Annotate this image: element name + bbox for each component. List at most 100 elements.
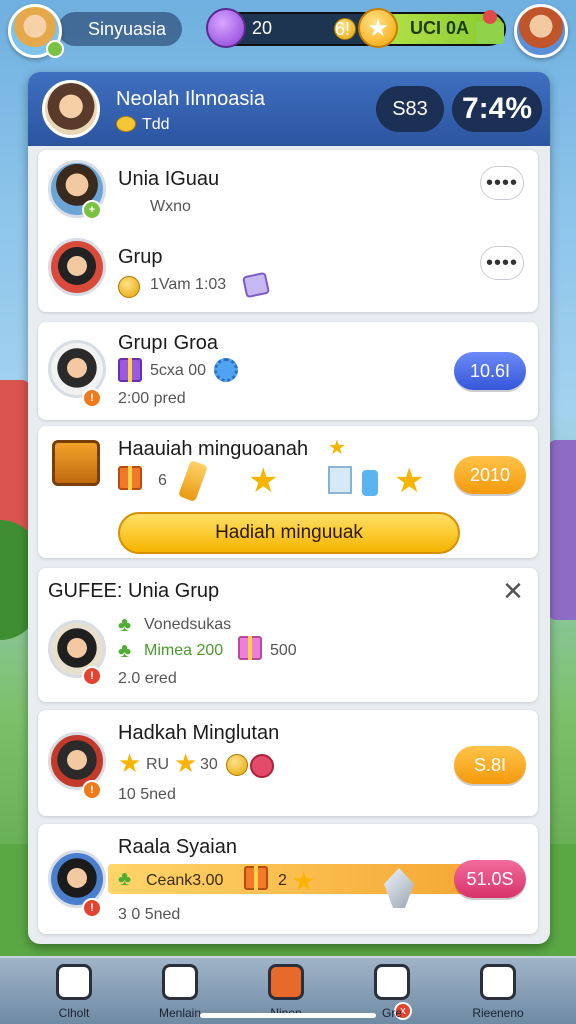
claim-button[interactable]: 10.6I xyxy=(454,352,526,390)
claim-label: 51.0S xyxy=(466,868,514,889)
star-coin-icon[interactable]: ★ xyxy=(358,8,398,48)
gift-icon xyxy=(238,636,262,660)
plus-badge-icon: + xyxy=(82,200,102,220)
claim-button[interactable]: S.8I xyxy=(454,746,526,784)
profile-icon xyxy=(480,964,516,1000)
card-title: GUFEE: Unia Grup xyxy=(48,580,220,602)
header-score-pill[interactable]: 7:4% xyxy=(452,86,542,132)
invite-reward-value: 500 xyxy=(270,642,297,659)
crystal-icon xyxy=(384,868,414,908)
nav-item-home[interactable]: Clholt xyxy=(24,962,124,1024)
treasure-chest-icon xyxy=(52,440,100,486)
alert-badge-icon: ! xyxy=(82,666,102,686)
cash-icon: ♣ xyxy=(118,640,132,662)
gift-icon xyxy=(244,866,268,890)
coin-icon xyxy=(226,754,248,776)
nav-item-more[interactable]: Rieeneno xyxy=(448,962,548,1024)
reward-badge: 2 xyxy=(278,872,287,889)
reward-value-button[interactable]: 2010 xyxy=(454,456,526,494)
player-name: Sinyuasia xyxy=(88,18,167,39)
card-reward: 5cxa 00 xyxy=(150,362,207,379)
leaf-icon: ♣ xyxy=(118,868,132,890)
reward-text: Ceank3.00 xyxy=(146,872,224,889)
avatar[interactable] xyxy=(48,238,106,296)
group-avatar[interactable] xyxy=(42,80,100,138)
close-icon[interactable]: ✕ xyxy=(500,578,526,604)
coin-icon xyxy=(118,276,140,298)
claim-label: S.8I xyxy=(473,754,507,775)
flower-icon xyxy=(214,358,238,382)
invite-line: Vonedsukas xyxy=(144,616,232,633)
row-subtitle: 1Vam 1:03 xyxy=(150,276,227,293)
ticket-icon xyxy=(241,271,271,299)
gift-icon xyxy=(118,466,142,490)
card-title: Raala Syaian xyxy=(118,836,237,858)
panel-title: Neolah Ilnnoasia xyxy=(116,88,265,110)
candy-icon xyxy=(250,754,274,778)
row-subtitle: Wxno xyxy=(150,198,191,215)
more-options-label: •••• xyxy=(485,171,518,194)
more-options-button[interactable]: •••• xyxy=(480,246,524,280)
more-options-button[interactable]: •••• xyxy=(480,166,524,200)
home-indicator[interactable] xyxy=(200,1013,376,1018)
gem-count: 20 xyxy=(252,18,273,38)
online-badge-icon xyxy=(46,40,64,58)
header-stat-text: S83 xyxy=(392,97,428,120)
card-time: 3 0 5ned xyxy=(118,906,181,923)
star-icon: ★ xyxy=(118,748,142,778)
weekly-reward-card: Haauiah minguoanah ★ 6 ★ ★ 2010 Hadiah m… xyxy=(38,426,538,558)
card-title: Grupı Groa xyxy=(118,332,219,354)
alert-badge-icon: ! xyxy=(82,388,102,408)
player-name-pill[interactable]: Sinyuasia xyxy=(58,12,182,46)
nav-label: Clholt xyxy=(58,1006,90,1020)
star-icon: ★ xyxy=(248,462,279,500)
panel-header: Neolah Ilnnoasia Tdd S83 7:4% xyxy=(28,72,550,146)
claim-weekly-label: Hadiah minguuak xyxy=(215,522,363,543)
reward-text: RU xyxy=(146,756,170,773)
hadkah-card: ! Hadkah Minglutan ★ RU ★ 30 10 5ned S.8… xyxy=(38,710,538,816)
gift-icon[interactable] xyxy=(474,10,506,44)
members-card: + Unia IGuau Wxno •••• Grup 1Vam 1:03 ••… xyxy=(38,150,538,312)
top-hud: Sinyuasia 20 6! ★ UCI 0A xyxy=(0,0,576,64)
star-icon: ★ xyxy=(328,437,346,459)
level-text: UCI 0A xyxy=(410,18,470,38)
row-title: Unia IGuau xyxy=(118,168,220,190)
alert-badge-icon: ! xyxy=(82,898,102,918)
group-panel: Neolah Ilnnoasia Tdd S83 7:4% + Unia IGu… xyxy=(28,72,550,944)
card-time: 2.0 ered xyxy=(118,670,177,687)
gift-icon xyxy=(118,358,142,382)
coin-icon xyxy=(116,116,136,132)
reward-count: 6 xyxy=(158,472,167,489)
reward-value-label: 2010 xyxy=(469,464,511,485)
gold-bar-icon xyxy=(178,460,208,502)
leaf-icon: ♣ xyxy=(118,614,132,636)
panel-coin-text: Tdd xyxy=(142,116,170,133)
gem-icon[interactable] xyxy=(206,8,246,48)
star-icon: ★ xyxy=(394,462,425,500)
gift-box-icon xyxy=(268,964,304,1000)
card-title: Hadkah Minglutan xyxy=(118,722,280,744)
alert-badge-icon: ! xyxy=(82,780,102,800)
more-options-label: •••• xyxy=(485,251,518,274)
claim-label: 10.6I xyxy=(469,360,511,381)
card-title: Haauiah minguoanah xyxy=(118,438,309,460)
invite-reward: Mimea 200 xyxy=(144,642,224,659)
background-house-right xyxy=(548,440,576,620)
friend-avatar[interactable] xyxy=(514,4,568,58)
star-icon: ★ xyxy=(174,748,198,778)
bottom-nav: Clholt Menlain Ninen x Gre Rieeneno xyxy=(0,956,576,1024)
claim-button[interactable]: 51.0S xyxy=(454,860,526,898)
nav-label: Rieeneno xyxy=(472,1006,524,1020)
claim-weekly-reward-button[interactable]: Hadiah minguuak xyxy=(118,512,460,554)
group-invite-card: GUFEE: Unia Grup ✕ ! ♣ Vonedsukas ♣ Mime… xyxy=(38,568,538,702)
coin-count: 6! xyxy=(334,18,356,40)
row-title: Grup xyxy=(118,246,163,268)
header-stat-pill[interactable]: S83 xyxy=(376,86,444,132)
star-icon: ★ xyxy=(292,866,316,896)
reward-value: 30 xyxy=(200,756,218,773)
card-time: 10 5ned xyxy=(118,786,176,803)
cylinder-icon xyxy=(362,470,378,496)
group-icon xyxy=(374,964,410,1000)
card-time: 2:00 pred xyxy=(118,390,186,407)
character-icon xyxy=(162,964,198,1000)
